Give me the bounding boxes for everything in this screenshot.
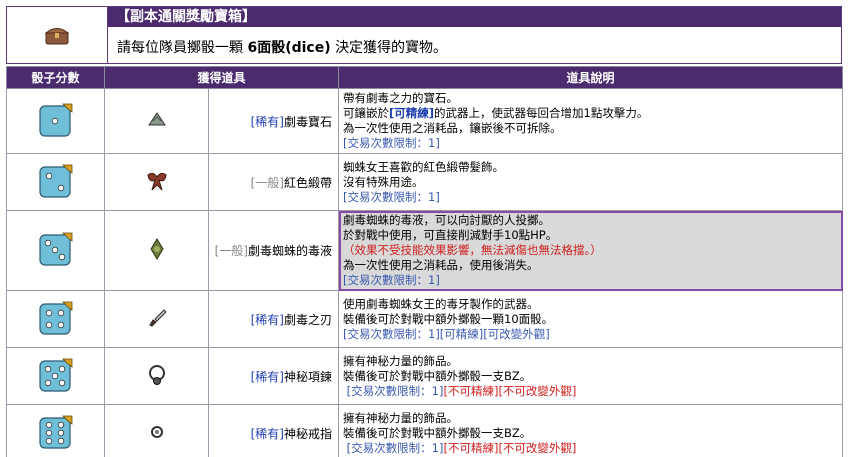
potion-icon: [104, 210, 209, 291]
ring-icon: [104, 404, 209, 457]
item-name-text: 紅色緞帶: [284, 175, 333, 190]
page-subtitle: 請每位隊員擲骰一顆 6面骰(dice) 決定獲得的寶物。: [117, 40, 448, 56]
gem-icon: [104, 88, 209, 154]
dice-face-icon: [6, 210, 105, 291]
item-name: [一般]劇毒蜘蛛的毒液: [207, 210, 340, 291]
item-description: 劇毒蜘蛛的毒液，可以向討厭的人投擲。 於對戰中使用，可直接削減對手10點HP。 （效…: [338, 210, 844, 291]
item-grade: [稀有]: [250, 369, 284, 384]
item-grade: [一般]: [214, 244, 248, 258]
item-name-text: 神秘戒指: [284, 426, 333, 441]
item-description: 蜘蛛女王喜歡的紅色緞帶髮飾。 沒有特殊用途。 [交易次數限制：1]: [338, 153, 844, 211]
item-name-text: 劇毒之刃: [284, 312, 333, 327]
item-description: 擁有神秘力量的飾品。 裝備後可於對戰中額外擲骰一支BZ。 [交易次數限制：1][不…: [338, 347, 844, 405]
dice-face-icon: [6, 404, 105, 457]
dice-face-icon: [6, 153, 105, 211]
trade-limit: [交易次數限制：1]: [343, 189, 440, 204]
table-row: [稀有]神秘項鍊 擁有神秘力量的飾品。 裝備後可於對戰中額外擲骰一支BZ。 [交易次…: [6, 347, 844, 405]
item-grade: [一般]: [250, 175, 284, 190]
reward-header: 【副本通關獎勵寶箱】 請每位隊員擲骰一顆 6面骰(dice) 決定獲得的寶物。: [6, 6, 842, 64]
table-row: [一般]劇毒蜘蛛的毒液 劇毒蜘蛛的毒液，可以向討厭的人投擲。 於對戰中使用，可直接削…: [6, 210, 844, 291]
col-desc: 道具說明: [338, 66, 844, 89]
table-row: [稀有]劇毒寶石 帶有劇毒之力的寶石。 可鑲嵌於[可精練]的武器上，使武器每回合增加…: [6, 88, 844, 154]
item-name: [稀有]劇毒之刃: [207, 290, 340, 348]
dice-face-icon: [6, 347, 105, 405]
trade-limit: [交易次數限制：1][可精練][可改變外觀]: [343, 326, 550, 341]
item-name-text: 劇毒寶石: [284, 114, 333, 129]
item-name: [稀有]劇毒寶石: [207, 88, 340, 154]
trade-limit: [交易次數限制：1][不可精練][不可改變外觀]: [346, 383, 577, 398]
item-name: [稀有]神秘項鍊: [207, 347, 340, 405]
item-description: 使用劇毒蜘蛛女王的毒牙製作的武器。 裝備後可於對戰中額外擲骰一顆10面骰。 [交易次…: [338, 290, 844, 348]
item-grade: [稀有]: [250, 312, 284, 327]
dice-face-icon: [6, 290, 105, 348]
reward-page: 【副本通關獎勵寶箱】 請每位隊員擲骰一顆 6面骰(dice) 決定獲得的寶物。 …: [0, 0, 850, 457]
dagger-icon: [104, 290, 209, 348]
reward-table: 骰子分數 獲得道具 道具說明 [稀有]劇毒寶石 帶有劇毒之力的寶石。 可鑲嵌於[可精…: [6, 66, 844, 457]
ribbon-icon: [104, 153, 209, 211]
item-name: [稀有]神秘戒指: [207, 404, 340, 457]
item-name-text: 劇毒蜘蛛的毒液: [248, 244, 333, 258]
table-row: [稀有]劇毒之刃 使用劇毒蜘蛛女王的毒牙製作的武器。 裝備後可於對戰中額外擲骰一顆1…: [6, 290, 844, 348]
table-row: [稀有]神秘戒指 擁有神秘力量的飾品。 裝備後可於對戰中額外擲骰一支BZ。 [交易次…: [6, 404, 844, 457]
page-title: 【副本通關獎勵寶箱】: [108, 7, 841, 27]
item-description: 帶有劇毒之力的寶石。 可鑲嵌於[可精練]的武器上，使武器每回合增加1點攻擊力。 為一…: [338, 88, 844, 154]
table-row: [一般]紅色緞帶 蜘蛛女王喜歡的紅色緞帶髮飾。 沒有特殊用途。 [交易次數限制：1]: [6, 153, 844, 211]
treasure-chest-icon: [7, 7, 108, 63]
dice-face-icon: [6, 88, 105, 154]
trade-limit: [交易次數限制：1]: [343, 273, 440, 287]
trade-limit: [交易次數限制：1]: [343, 136, 440, 150]
trade-limit: [交易次數限制：1][不可精練][不可改變外觀]: [346, 440, 577, 455]
col-dice: 骰子分數: [6, 66, 105, 89]
necklace-icon: [104, 347, 209, 405]
item-name: [一般]紅色緞帶: [207, 153, 340, 211]
item-description: 擁有神秘力量的飾品。 裝備後可於對戰中額外擲骰一支BZ。 [交易次數限制：1][不…: [338, 404, 844, 457]
item-grade: [稀有]: [250, 426, 284, 441]
item-grade: [稀有]: [250, 114, 284, 129]
item-name-text: 神秘項鍊: [284, 369, 333, 384]
col-item: 獲得道具: [103, 66, 340, 89]
